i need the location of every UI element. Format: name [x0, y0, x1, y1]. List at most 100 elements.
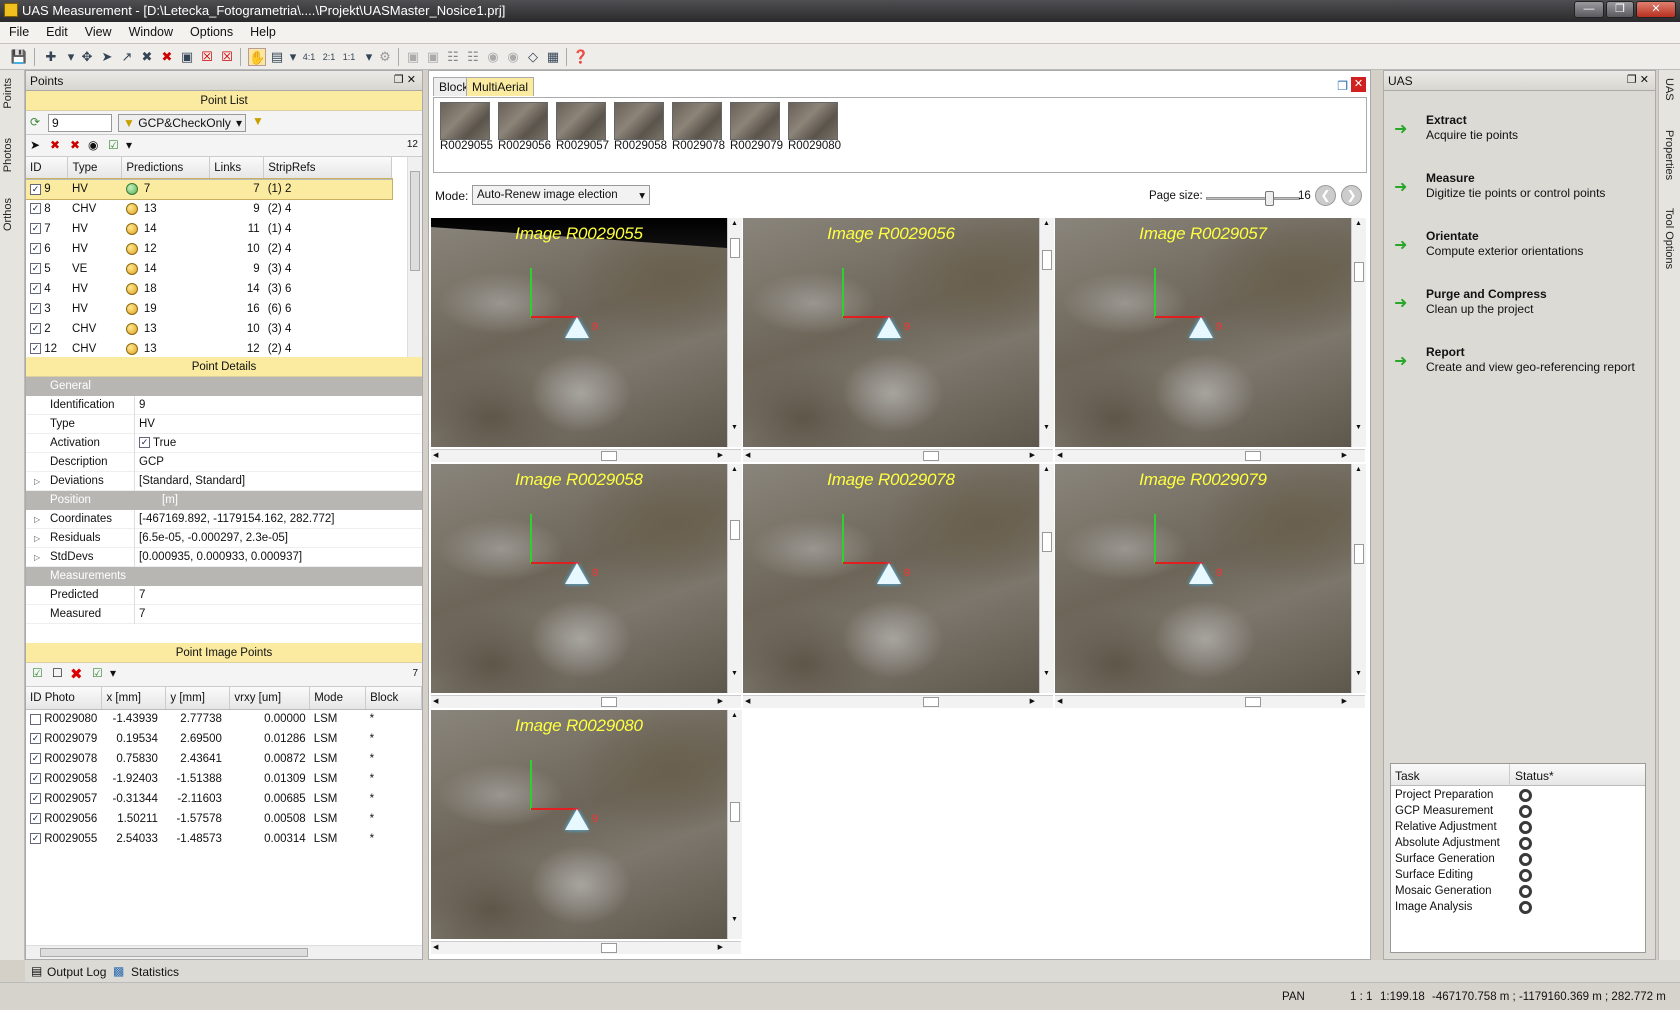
table-row[interactable]: ✓ 9 HV 7 7 (1) 2 [26, 178, 393, 200]
table-row[interactable]: ✓ R0029079 0.19534 2.69500 0.01286 LSM * [26, 729, 422, 749]
refresh-icon[interactable]: ⟳ [30, 115, 40, 129]
pan-hand-icon[interactable]: ✋ [248, 48, 266, 66]
filter-apply-icon[interactable]: ▼ [252, 114, 264, 128]
table-row[interactable]: ✓ 5 VE 14 9 (3) 4 [26, 259, 392, 279]
task-purge-and-compress[interactable]: ➜ Purge and Compress Clean up the project [1394, 287, 1649, 323]
gcp-marker-icon[interactable] [565, 317, 589, 338]
fit-icon[interactable]: ⚙ [376, 48, 394, 66]
thumbnail[interactable]: R0029080 [788, 102, 841, 152]
image-hscrollbar[interactable]: ◀ ▶ [743, 449, 1053, 462]
gcp-marker-icon[interactable] [1189, 317, 1213, 338]
table-row[interactable]: ✓ R0029078 0.75830 2.43641 0.00872 LSM * [26, 749, 422, 769]
status-row[interactable]: Mosaic Generation [1391, 884, 1645, 900]
task-measure[interactable]: ➜ Measure Digitize tie points or control p… [1394, 171, 1649, 207]
table-row[interactable]: ✓ 8 CHV 13 9 (2) 4 [26, 199, 392, 219]
menu-edit[interactable]: Edit [37, 22, 76, 39]
table-row[interactable]: ✓ R0029055 2.54033 -1.48573 0.00314 LSM * [26, 829, 422, 849]
col-id-photo[interactable]: ID Photo [26, 687, 103, 710]
measure-icon[interactable]: ↗ [118, 48, 136, 66]
thumbnail[interactable]: R0029057 [556, 102, 609, 152]
col-task[interactable]: Task [1395, 769, 1420, 783]
gcp-marker-icon[interactable] [877, 563, 901, 584]
image-vscrollbar[interactable]: ▲ ▼ [727, 218, 742, 447]
identification-value[interactable]: 9 [134, 396, 145, 415]
tab-multiaerial[interactable]: MultiAerial [466, 77, 535, 96]
maximize-button[interactable]: ❐ [1606, 1, 1634, 18]
aerial-photo[interactable]: Image R0029057 9 [1055, 218, 1351, 447]
photos-tab[interactable]: Photos [2, 138, 14, 172]
view-sync-icon[interactable]: ☷ [444, 48, 462, 66]
row-checkbox[interactable]: ✓ [30, 793, 41, 805]
save-icon[interactable]: 💾 [10, 48, 28, 66]
row-checkbox[interactable]: ✓ [30, 773, 41, 785]
properties-tab[interactable]: Properties [1663, 130, 1675, 180]
expand-icon[interactable]: ▷ [34, 548, 40, 567]
activation-checkbox[interactable]: ✓ [139, 437, 150, 449]
image-vscrollbar[interactable]: ▲ ▼ [1351, 218, 1366, 447]
thumbnail[interactable]: R0029058 [614, 102, 667, 152]
col-mode[interactable]: Mode [309, 687, 367, 710]
col-id[interactable]: ID [26, 157, 69, 180]
menu-view[interactable]: View [76, 22, 120, 39]
status-row[interactable]: Relative Adjustment [1391, 820, 1645, 836]
col-block[interactable]: Block [365, 687, 422, 710]
table-row[interactable]: ✓ 7 HV 14 11 (1) 4 [26, 219, 392, 239]
predicted-value[interactable]: 7 [134, 586, 145, 605]
menu-file[interactable]: File [0, 22, 37, 39]
table-row[interactable]: ✓ 2 CHV 13 10 (3) 4 [26, 319, 392, 339]
gcp-marker-icon[interactable] [1189, 563, 1213, 584]
row-checkbox[interactable]: ✓ [30, 283, 41, 295]
zoom-4-1-button[interactable]: 4:1 [300, 48, 318, 66]
points-tab[interactable]: Points [2, 78, 14, 109]
table-row[interactable]: ✓ R0029057 -0.31344 -2.11603 0.00685 LSM * [26, 789, 422, 809]
uncheck-all-icon[interactable]: ☐ [52, 666, 63, 680]
move-point-icon[interactable]: ✥ [78, 48, 96, 66]
col-type[interactable]: Type [67, 157, 123, 180]
deviations-value[interactable]: [Standard, Standard] [134, 472, 245, 491]
select-icon[interactable]: ➤ [98, 48, 116, 66]
status-row[interactable]: Image Analysis [1391, 900, 1645, 916]
task-orientate[interactable]: ➜ Orientate Compute exterior orientations [1394, 229, 1649, 265]
image-view[interactable]: Image R0029078 9 [743, 464, 1039, 693]
close-tab-icon[interactable]: ✕ [1351, 77, 1366, 92]
expand-icon[interactable]: ▷ [34, 472, 40, 491]
image-vscrollbar[interactable]: ▲ ▼ [1351, 464, 1366, 693]
overview-icon[interactable]: ◇ [524, 48, 542, 66]
orthos-tab[interactable]: Orthos [2, 198, 14, 231]
image-view[interactable]: Image R0029055 9 [431, 218, 727, 447]
zoom-box-icon[interactable]: ▣ [178, 48, 196, 66]
globe-2-icon[interactable]: ◉ [504, 48, 522, 66]
coordinates-value[interactable]: [-467169.892, -1179154.162, 282.772] [134, 510, 334, 529]
table-row[interactable]: ✓ R0029056 1.50211 -1.57578 0.00508 LSM * [26, 809, 422, 829]
image-view[interactable]: Image R0029058 9 [431, 464, 727, 693]
col-predictions[interactable]: Predictions [121, 157, 211, 180]
image-hscrollbar[interactable]: ◀ ▶ [743, 695, 1053, 708]
row-checkbox[interactable] [30, 713, 41, 725]
image-view[interactable]: Image R0029057 9 [1055, 218, 1351, 447]
slider-handle[interactable] [1265, 191, 1274, 206]
page-size-slider[interactable] [1206, 191, 1300, 206]
row-checkbox[interactable]: ✓ [30, 323, 41, 335]
check-options-dropdown-icon[interactable]: ▾ [110, 666, 116, 680]
status-row[interactable]: GCP Measurement [1391, 804, 1645, 820]
zoom-1-1-button[interactable]: 1:1 [340, 48, 358, 66]
col-links[interactable]: Links [209, 157, 265, 180]
binoculars-icon[interactable]: ◉ [88, 138, 98, 152]
remove-measurement-icon[interactable]: ✖ [70, 665, 83, 683]
image-hscrollbar[interactable]: ◀ ▶ [431, 449, 741, 462]
row-checkbox[interactable]: ✓ [30, 343, 41, 355]
check-all-icon[interactable]: ☑ [32, 666, 43, 680]
image-vscrollbar[interactable]: ▲ ▼ [1039, 464, 1054, 693]
close-button[interactable]: ✕ [1636, 1, 1676, 18]
thumbnail[interactable]: R0029055 [440, 102, 493, 152]
help-pointer-icon[interactable]: ❓ [572, 48, 590, 66]
thumbnail[interactable]: R0029079 [730, 102, 783, 152]
image-vscrollbar[interactable]: ▲ ▼ [727, 710, 742, 939]
row-checkbox[interactable]: ✓ [30, 243, 41, 255]
col-vrxy[interactable]: vrxy [um] [229, 687, 311, 710]
aerial-photo[interactable]: Image R0029055 9 [431, 218, 727, 447]
panel-float-close-icon[interactable]: ❐ ✕ [394, 73, 416, 86]
col-x[interactable]: x [mm] [101, 687, 167, 710]
image-points-hscrollbar[interactable] [26, 945, 422, 959]
thumbnail[interactable]: R0029056 [498, 102, 551, 152]
